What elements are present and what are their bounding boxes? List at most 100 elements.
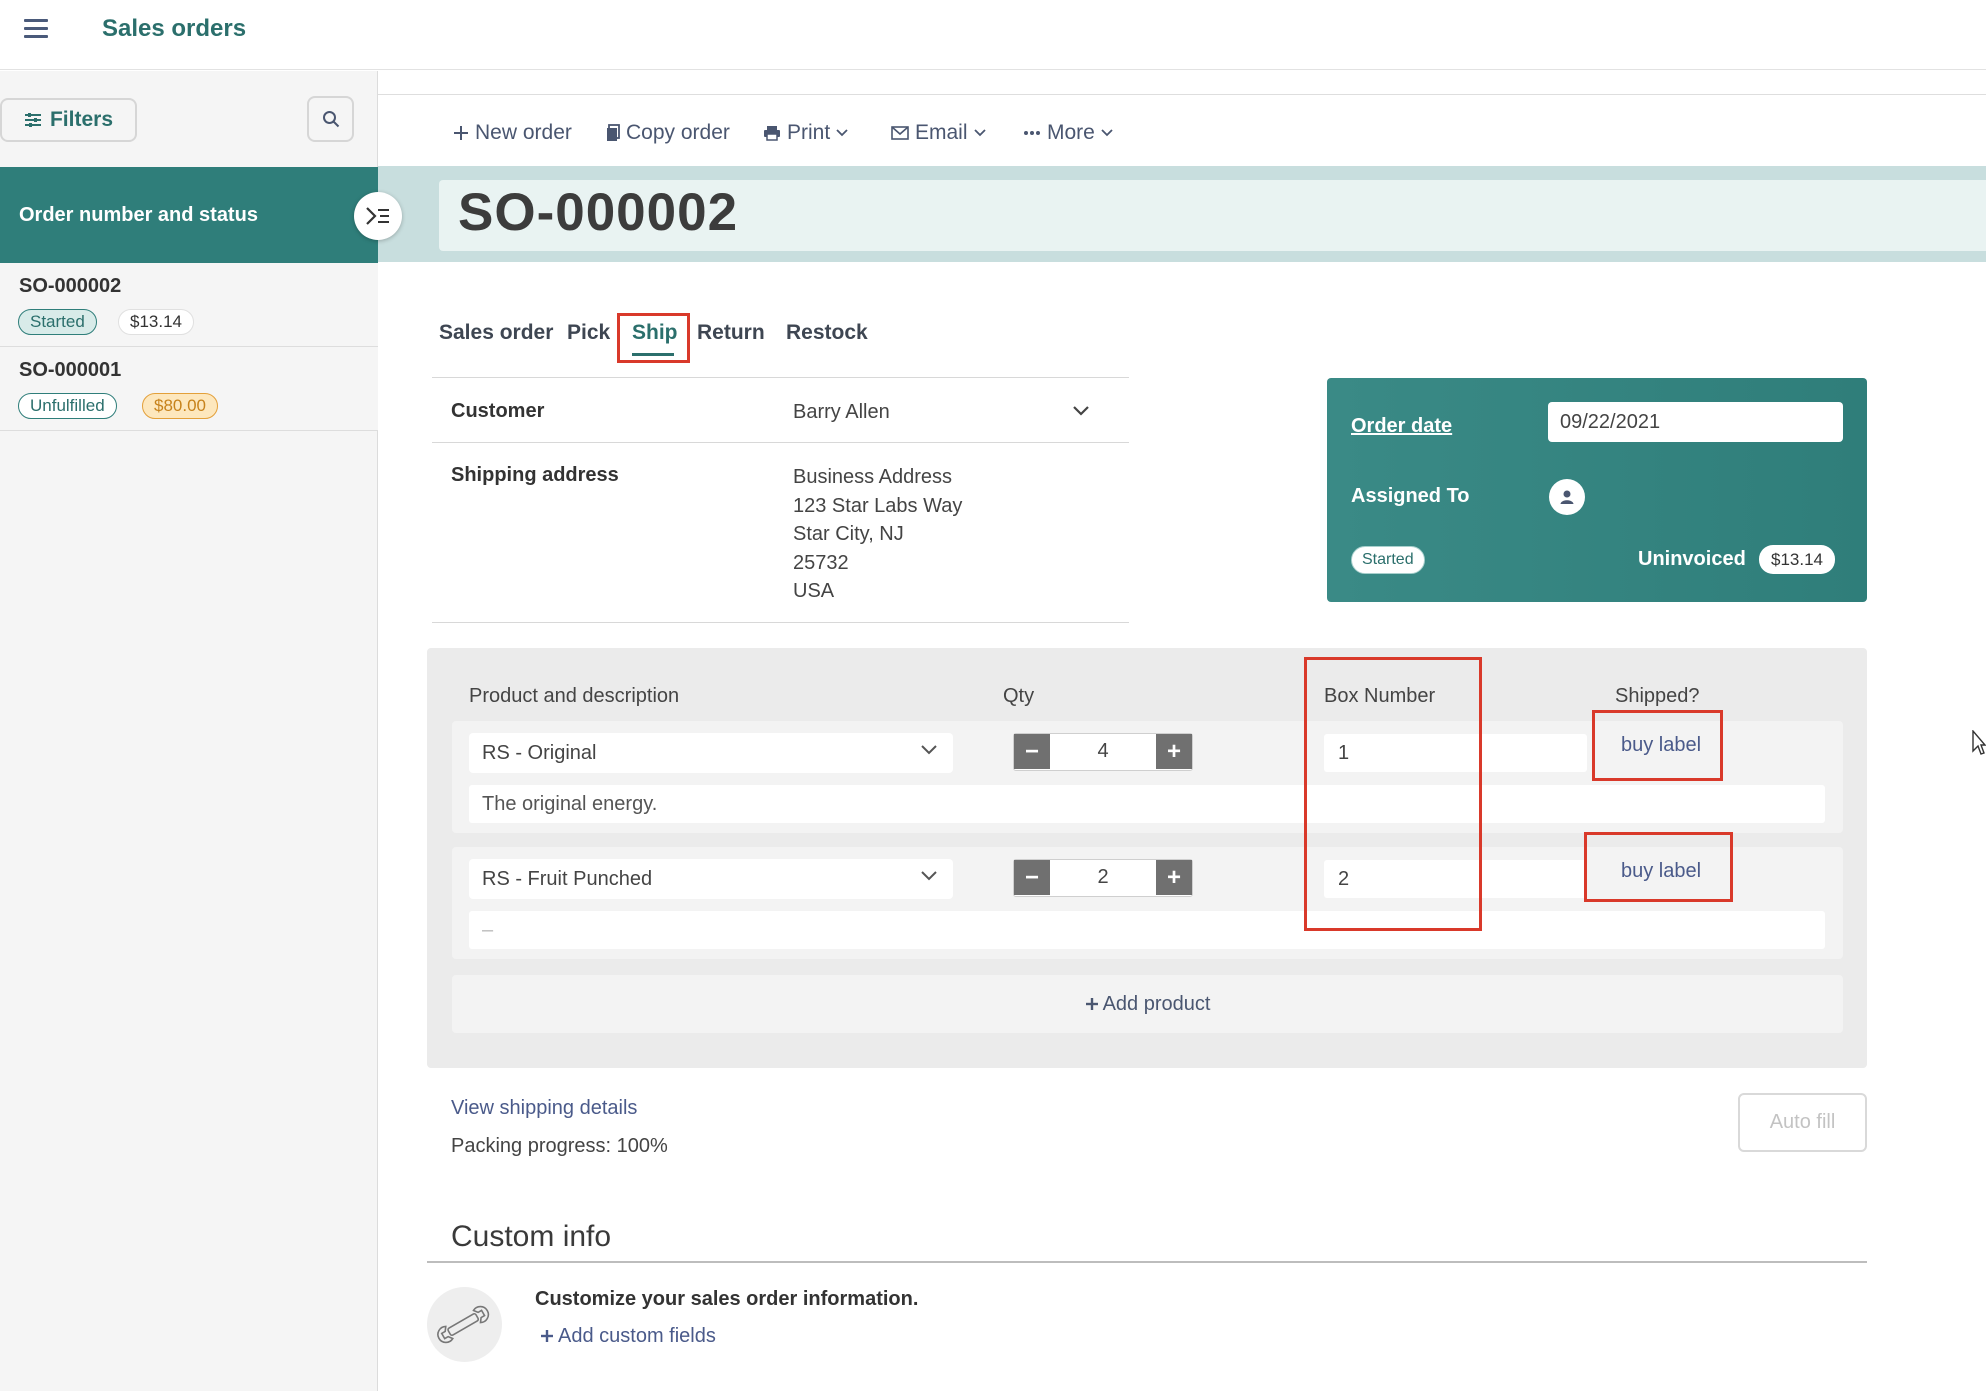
order-list-header: Order number and status [0,167,378,263]
order-total-badge: $13.14 [1759,545,1835,574]
mouse-cursor-icon [1972,730,1986,755]
order-title: SO-000002 [458,183,739,242]
chevron-down-icon [921,745,937,755]
copy-order-label: Copy order [626,121,730,144]
collapse-panel-button[interactable] [354,192,402,240]
custom-info-title: Custom info [451,1220,612,1253]
top-bar [0,0,1986,70]
more-label: More [1047,121,1095,144]
column-header-shipped: Shipped? [1615,685,1700,707]
quantity-stepper[interactable]: − 4 + [1013,733,1193,771]
collapse-list-icon [366,207,389,225]
assigned-to-label: Assigned To [1351,485,1470,507]
shipping-address: Business Address 123 Star Labs Way Star … [793,463,962,606]
search-icon [322,111,339,128]
divider [427,1261,1867,1263]
product-description[interactable]: The original energy. [469,785,1825,823]
new-order-button[interactable]: New order [453,121,572,145]
address-line: Star City, NJ [793,523,904,545]
more-dropdown[interactable]: More [1023,121,1113,145]
tab-return[interactable]: Return [697,321,765,345]
order-list-item[interactable]: SO-000002 Started $13.14 [0,263,378,347]
add-custom-fields-label: Add custom fields [558,1325,716,1347]
app-title: Sales orders [102,15,247,42]
auto-fill-button[interactable]: Auto fill [1738,1093,1867,1152]
print-dropdown[interactable]: Print [763,121,848,145]
active-tab-indicator [632,353,674,356]
printer-icon [764,126,780,141]
plus-icon [454,126,468,140]
assignee-avatar[interactable] [1549,479,1585,515]
view-shipping-details-link[interactable]: View shipping details [451,1097,637,1120]
copy-icon [607,124,620,141]
divider [432,377,1129,378]
user-icon [1560,490,1574,504]
add-product-button[interactable]: Add product [452,975,1843,1033]
email-dropdown[interactable]: Email [891,121,986,145]
column-header-box-number: Box Number [1324,685,1436,707]
customer-label: Customer [451,400,545,422]
divider [432,622,1129,623]
search-button[interactable] [307,96,354,142]
hamburger-menu-icon[interactable] [22,17,52,41]
order-date-field[interactable] [1548,402,1843,442]
tab-restock[interactable]: Restock [786,321,868,345]
order-date-label[interactable]: Order date [1351,415,1452,438]
new-order-label: New order [475,121,572,144]
increment-button[interactable]: + [1156,734,1192,769]
wrench-icon [427,1287,502,1362]
product-description[interactable]: – [469,911,1825,949]
increment-button[interactable]: + [1156,860,1192,895]
tab-sales-order[interactable]: Sales order [439,321,553,345]
chevron-down-icon [1101,129,1113,137]
buy-label-link[interactable]: buy label [1621,734,1701,757]
chevron-down-icon [973,129,986,137]
tab-pick[interactable]: Pick [567,321,610,345]
address-line: USA [793,580,835,602]
column-header-product: Product and description [469,685,680,707]
divider [432,442,1129,443]
quantity-value[interactable]: 2 [1050,860,1156,895]
filters-button[interactable]: Filters [0,98,137,142]
plus-icon [1085,998,1098,1010]
address-line: 123 Star Labs Way [793,494,963,517]
add-custom-fields-link[interactable]: Add custom fields [540,1325,716,1348]
quantity-stepper[interactable]: − 2 + [1013,859,1193,897]
invoice-status: Uninvoiced [1638,548,1746,570]
tab-ship[interactable]: Ship [632,321,678,345]
box-number-field[interactable]: 1 [1324,734,1587,772]
amount-badge: $13.14 [118,309,194,335]
decrement-button[interactable]: − [1014,734,1050,769]
email-label: Email [915,121,968,144]
box-number-field[interactable]: 2 [1324,860,1587,898]
ellipsis-icon [1024,131,1040,135]
filters-label: Filters [49,108,114,131]
product-select[interactable]: RS - Original [469,733,953,773]
status-badge: Unfulfilled [18,393,117,419]
chevron-down-icon [921,871,937,881]
column-header-qty: Qty [1003,685,1035,707]
copy-order-button[interactable]: Copy order [606,121,730,145]
order-list-item[interactable]: SO-000001 Unfulfilled $80.00 [0,347,378,431]
custom-info-description: Customize your sales order information. [535,1288,919,1310]
print-label: Print [787,121,831,144]
address-line: 25732 [793,551,849,574]
customer-value[interactable]: Barry Allen [793,398,890,427]
quantity-value[interactable]: 4 [1050,734,1156,769]
add-product-label: Add product [1102,992,1211,1015]
order-number: SO-000002 [19,275,122,297]
plus-icon [541,1330,553,1342]
address-line: Business Address [793,466,952,488]
order-number: SO-000001 [19,359,122,381]
shipping-address-label: Shipping address [451,464,619,486]
product-name: RS - Original [482,741,597,764]
product-select[interactable]: RS - Fruit Punched [469,859,953,899]
packing-progress: Packing progress: 100% [451,1135,668,1157]
order-toolbar: New order Copy order Print Email More [378,94,1986,166]
amount-badge: $80.00 [142,393,218,419]
filter-sliders-icon [24,113,41,127]
decrement-button[interactable]: − [1014,860,1050,895]
buy-label-link[interactable]: buy label [1621,860,1701,883]
chevron-down-icon [836,129,848,137]
chevron-down-icon[interactable] [1073,406,1089,416]
